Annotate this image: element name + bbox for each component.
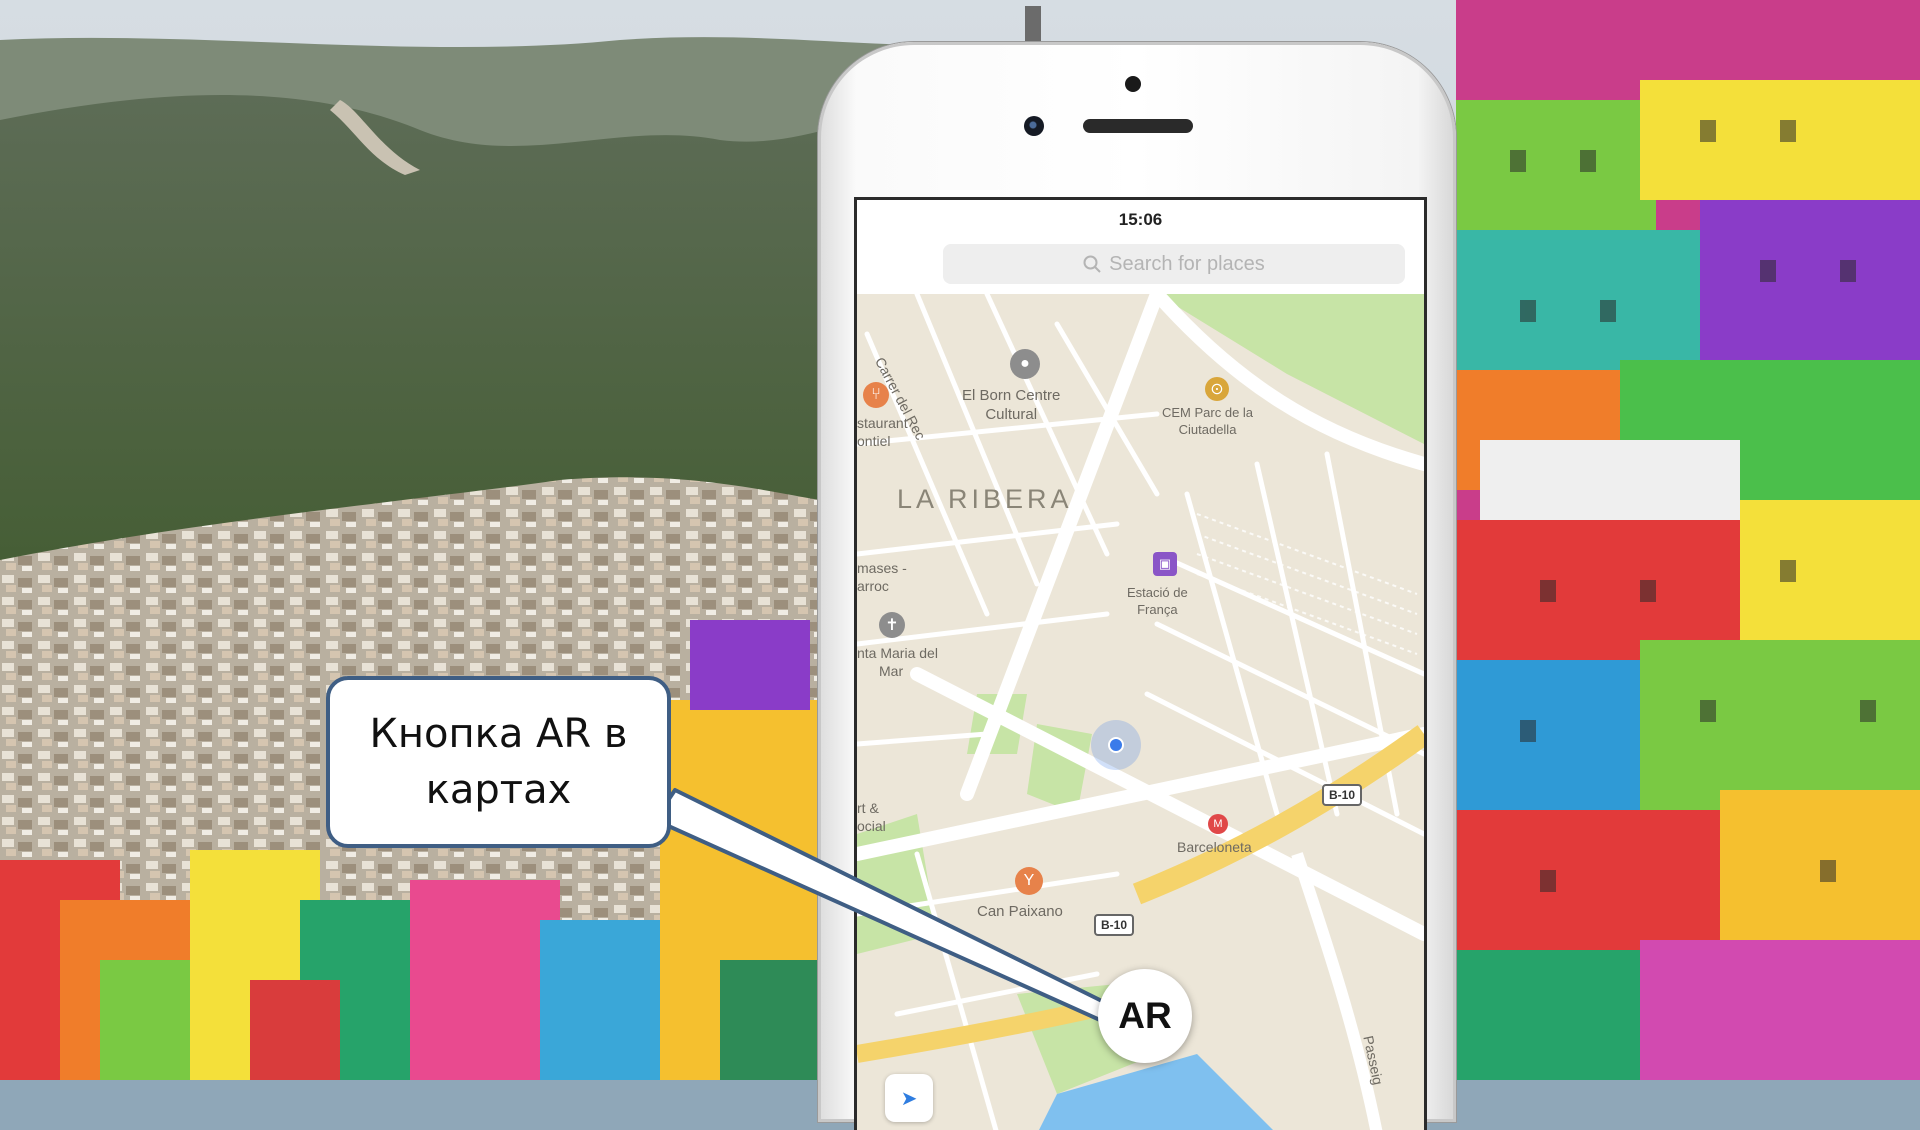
callout-line-1: Кнопка AR в (369, 711, 628, 757)
poi-label-line: Barceloneta (1177, 839, 1252, 855)
phone-mockup: 15:06 Search for places ● El Born Centre… (818, 42, 1456, 1130)
current-location-marker (1091, 720, 1141, 770)
poi-label-line: CEM Parc de la (1162, 405, 1254, 420)
metro-icon[interactable]: M (1208, 814, 1228, 834)
callout-box: Кнопка AR в картах (326, 676, 671, 848)
poi-can-paixano[interactable]: Can Paixano (977, 902, 1063, 921)
poi-label-line: Mar (879, 663, 904, 679)
search-placeholder: Search for places (1109, 252, 1265, 275)
museum-icon[interactable]: ● (1010, 349, 1040, 379)
poi-el-born-centre-cultural[interactable]: El Born Centre Cultural (962, 386, 1060, 424)
location-arrow-icon: ➤ (900, 1087, 918, 1110)
poi-estacio-de-franca[interactable]: Estació de França (1127, 584, 1188, 618)
poi-label-line: El Born Centre (962, 387, 1061, 404)
poi-label-line: Ciutadella (1178, 422, 1237, 437)
sports-center-icon[interactable]: ⊙ (1205, 377, 1229, 401)
train-station-icon[interactable]: ▣ (1153, 552, 1177, 576)
poi-tomases-barroc[interactable]: mases - arroc (857, 559, 907, 595)
poi-label-line: França (1137, 602, 1178, 617)
callout-line-2: картах (425, 767, 572, 813)
district-label: LA RIBERA (897, 484, 1073, 514)
front-camera (1024, 116, 1044, 136)
search-icon (1083, 255, 1101, 273)
bar-icon[interactable]: Y (1015, 867, 1043, 895)
poi-label-line: ocial (857, 818, 886, 834)
poi-label-line: Can Paixano (977, 903, 1063, 920)
poi-label-line: Cultural (985, 406, 1038, 423)
earpiece-speaker (1083, 119, 1193, 133)
poi-barceloneta[interactable]: Barceloneta (1177, 838, 1252, 857)
poi-label-line: ontiel (857, 433, 891, 449)
poi-label-line: rt & (857, 800, 879, 816)
poi-label-line: mases - (857, 560, 907, 576)
poi-cem-parc-de-la-ciutadella[interactable]: CEM Parc de la Ciutadella (1162, 404, 1253, 438)
ar-button[interactable]: AR (1098, 969, 1192, 1063)
poi-label-line: nta Maria del (857, 645, 938, 661)
poi-art-social[interactable]: rt & ocial (857, 799, 886, 835)
locate-me-button[interactable]: ➤ (885, 1074, 933, 1122)
road-badge: B-10 (1094, 914, 1135, 936)
status-bar-time: 15:06 (1118, 210, 1163, 229)
search-input[interactable]: Search for places (943, 244, 1405, 284)
road-badge: B-10 (1322, 784, 1363, 806)
church-icon[interactable]: ✝ (879, 612, 905, 638)
poi-santa-maria-del-mar[interactable]: nta Maria del Mar (857, 644, 938, 680)
poi-label-line: Estació de (1127, 585, 1188, 600)
poi-label-line: arroc (857, 578, 889, 594)
proximity-sensor (1125, 76, 1141, 92)
